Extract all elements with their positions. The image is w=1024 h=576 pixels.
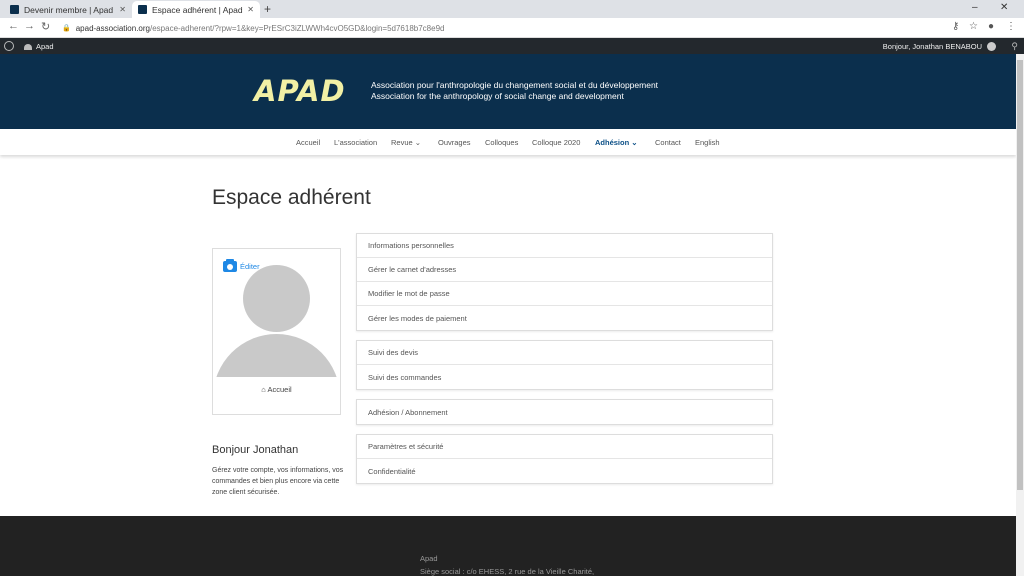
close-tab-icon[interactable]: ✕ [247, 5, 254, 14]
tagline-en: Association for the anthropology of soci… [371, 91, 624, 101]
avatar-head [243, 265, 310, 332]
edit-label: Éditer [240, 262, 260, 271]
account-menu-group-settings: Paramètres et sécurité Confidentialité [356, 434, 773, 484]
nav-item-accueil[interactable]: Accueil [296, 138, 320, 147]
admin-user-menu[interactable]: Bonjour, Jonathan BENABOU [883, 42, 996, 51]
admin-site-name: Apad [36, 42, 54, 51]
reload-icon[interactable]: ↻ [41, 20, 50, 33]
lock-icon: 🔒 [62, 25, 71, 32]
home-label: Accueil [267, 385, 292, 394]
admin-user-greeting: Bonjour, Jonathan BENABOU [882, 42, 982, 51]
greeting-description: Gérez votre compte, vos informations, vo… [212, 467, 344, 496]
wordpress-logo-icon[interactable] [4, 41, 14, 51]
site-header: APAD Association pour l'anthropologie du… [0, 54, 1016, 129]
page-scrollbar[interactable] [1016, 54, 1024, 576]
nav-item-association[interactable]: L'association [334, 138, 377, 147]
menu-suivi-commandes[interactable]: Suivi des commandes [357, 365, 772, 389]
home-link[interactable]: ⌂ Accueil [213, 385, 340, 394]
star-icon[interactable]: ☆ [969, 21, 978, 32]
menu-informations-personnelles[interactable]: Informations personnelles [357, 234, 772, 258]
close-tab-icon[interactable]: ✕ [119, 5, 126, 14]
menu-kebab-icon[interactable]: ⋮ [1006, 21, 1016, 32]
browser-tab-devenir-membre[interactable]: Devenir membre | Apad ✕ [4, 1, 132, 18]
admin-site-link[interactable]: Apad [24, 42, 54, 51]
nav-item-ouvrages[interactable]: Ouvrages [438, 138, 471, 147]
scrollbar-thumb[interactable] [1017, 60, 1023, 490]
site-logo[interactable]: APAD [254, 74, 346, 108]
key-icon[interactable]: ⚷ [952, 21, 959, 32]
menu-confidentialite[interactable]: Confidentialité [357, 459, 772, 483]
url-host: apad-association.org [75, 23, 150, 33]
minimize-icon[interactable]: – [972, 2, 978, 13]
menu-modes-paiement[interactable]: Gérer les modes de paiement [357, 306, 772, 330]
profile-card: Éditer ⌂ Accueil [212, 248, 341, 415]
close-window-icon[interactable]: ✕ [1000, 2, 1008, 13]
dashboard-icon [24, 43, 32, 50]
tagline-fr: Association pour l'anthropologie du chan… [371, 80, 659, 90]
footer-address: Siège social : c/o EHESS, 2 rue de la Vi… [420, 567, 595, 576]
forward-icon[interactable]: → [24, 20, 35, 32]
menu-carnet-adresses[interactable]: Gérer le carnet d'adresses [357, 258, 772, 282]
camera-icon [223, 259, 237, 272]
address-bar[interactable]: 🔒 apad-association.org /espace-adherent/… [56, 20, 936, 36]
account-menu-group-membership: Adhésion / Abonnement [356, 399, 773, 425]
new-tab-button[interactable]: + [264, 2, 271, 16]
avatar-body [213, 334, 340, 377]
nav-item-revue[interactable]: Revue ⌄ [391, 138, 421, 147]
nav-item-adhesion[interactable]: Adhésion ⌄ [595, 138, 638, 147]
menu-suivi-devis[interactable]: Suivi des devis [357, 341, 772, 365]
nav-item-label: Revue [391, 138, 413, 147]
profile-icon[interactable]: ● [988, 21, 994, 32]
nav-item-colloques[interactable]: Colloques [485, 138, 518, 147]
site-favicon-icon [138, 5, 147, 14]
site-footer: Apad Siège social : c/o EHESS, 2 rue de … [0, 516, 1016, 576]
menu-adhesion-abonnement[interactable]: Adhésion / Abonnement [357, 400, 772, 424]
browser-toolbar: ← → ↻ 🔒 apad-association.org /espace-adh… [0, 18, 1024, 38]
account-menu-group-orders: Suivi des devis Suivi des commandes [356, 340, 773, 390]
avatar [987, 42, 996, 51]
search-icon[interactable]: ⚲ [1011, 41, 1018, 52]
back-icon[interactable]: ← [8, 20, 19, 32]
footer-org-name: Apad [420, 554, 438, 563]
menu-parametres-securite[interactable]: Paramètres et sécurité [357, 435, 772, 459]
browser-tab-bar: Devenir membre | Apad ✕ Espace adhérent … [0, 0, 1024, 18]
chevron-down-icon: ⌄ [414, 138, 422, 147]
url-path: /espace-adherent/?rpw=1&key=PrESrC3iZLWW… [150, 23, 445, 33]
home-icon: ⌂ [261, 385, 266, 394]
nav-item-label: Adhésion [595, 138, 630, 147]
menu-mot-de-passe[interactable]: Modifier le mot de passe [357, 282, 772, 306]
main-navigation: Accueil L'association Revue ⌄ Ouvrages C… [0, 129, 1016, 155]
browser-tab-espace-adherent[interactable]: Espace adhérent | Apad ✕ [132, 1, 260, 18]
tab-label: Devenir membre | Apad [24, 4, 114, 15]
edit-photo-button[interactable]: Éditer [223, 259, 260, 272]
nav-item-english[interactable]: English [695, 138, 720, 147]
chevron-down-icon: ⌄ [631, 138, 638, 147]
site-tagline: Association pour l'anthropologie du chan… [371, 80, 658, 102]
greeting-heading: Bonjour Jonathan [212, 444, 299, 456]
account-menu-group-profile: Informations personnelles Gérer le carne… [356, 233, 773, 331]
nav-item-contact[interactable]: Contact [655, 138, 681, 147]
site-favicon-icon [10, 5, 19, 14]
nav-item-colloque-2020[interactable]: Colloque 2020 [532, 138, 580, 147]
page-title: Espace adhérent [212, 186, 371, 209]
wp-admin-bar: Apad Bonjour, Jonathan BENABOU ⚲ [0, 38, 1024, 54]
tab-label: Espace adhérent | Apad [152, 4, 243, 15]
